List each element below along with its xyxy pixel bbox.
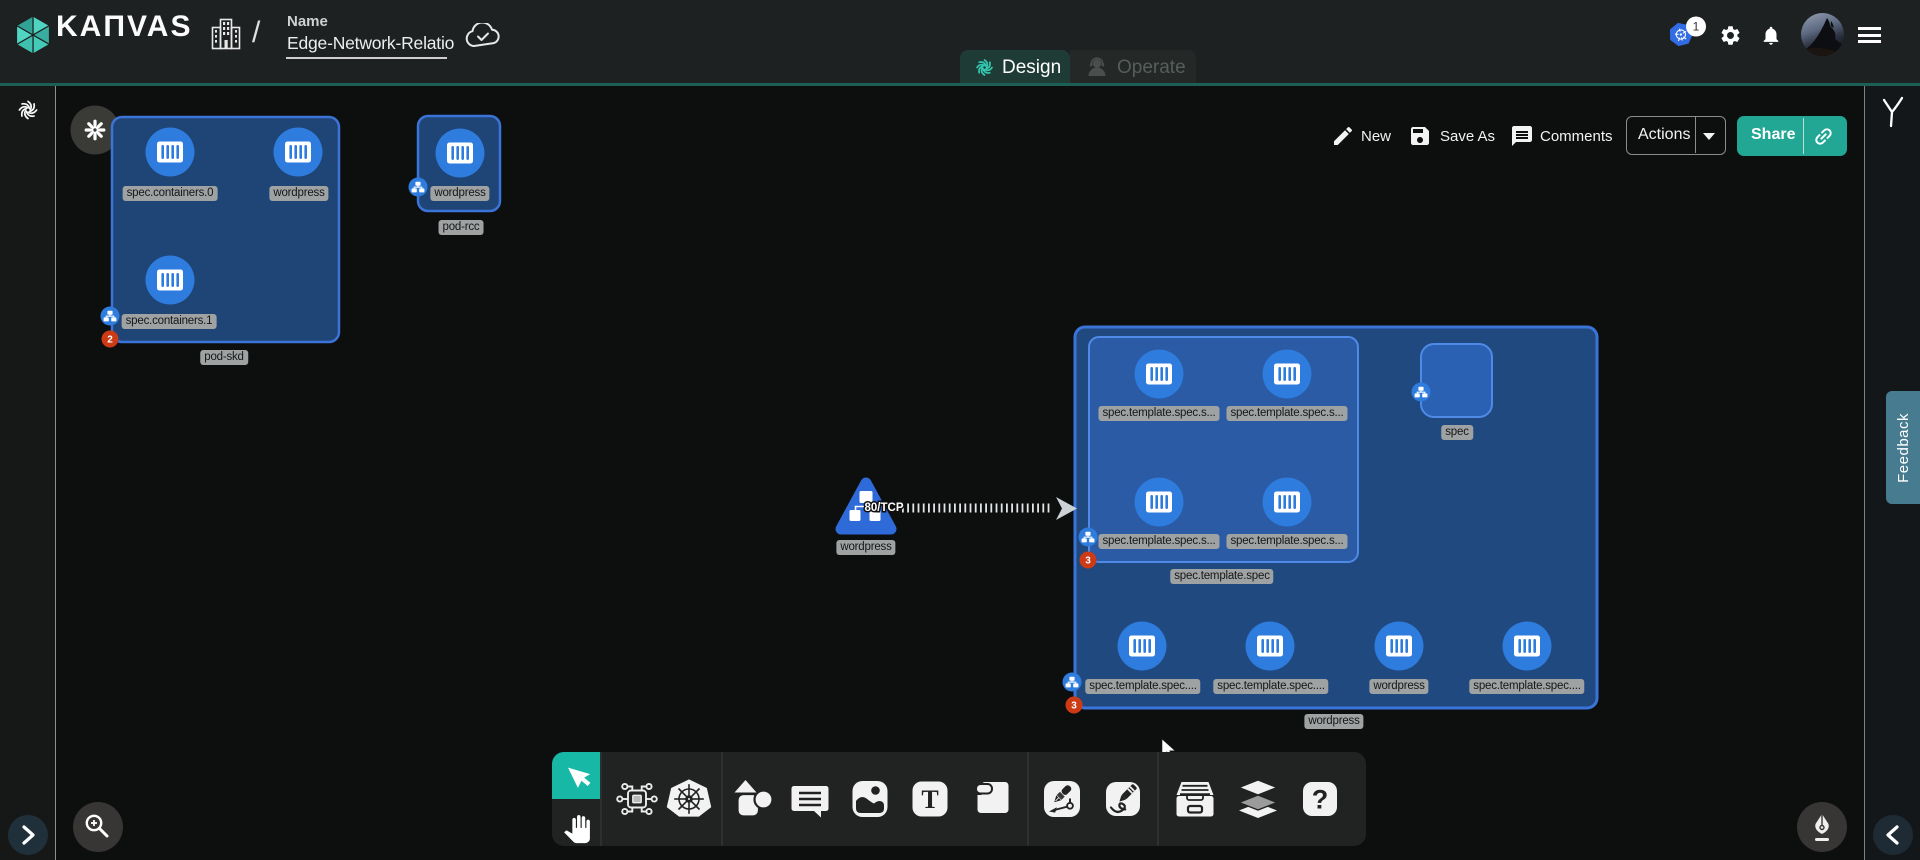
svg-text:3: 3	[1085, 556, 1091, 567]
svg-text:80/TCP: 80/TCP	[865, 502, 904, 514]
svg-text:T: T	[921, 785, 938, 814]
svg-text:2: 2	[107, 335, 113, 346]
svg-text:?: ?	[1312, 785, 1329, 815]
svg-text:3: 3	[1071, 701, 1077, 712]
